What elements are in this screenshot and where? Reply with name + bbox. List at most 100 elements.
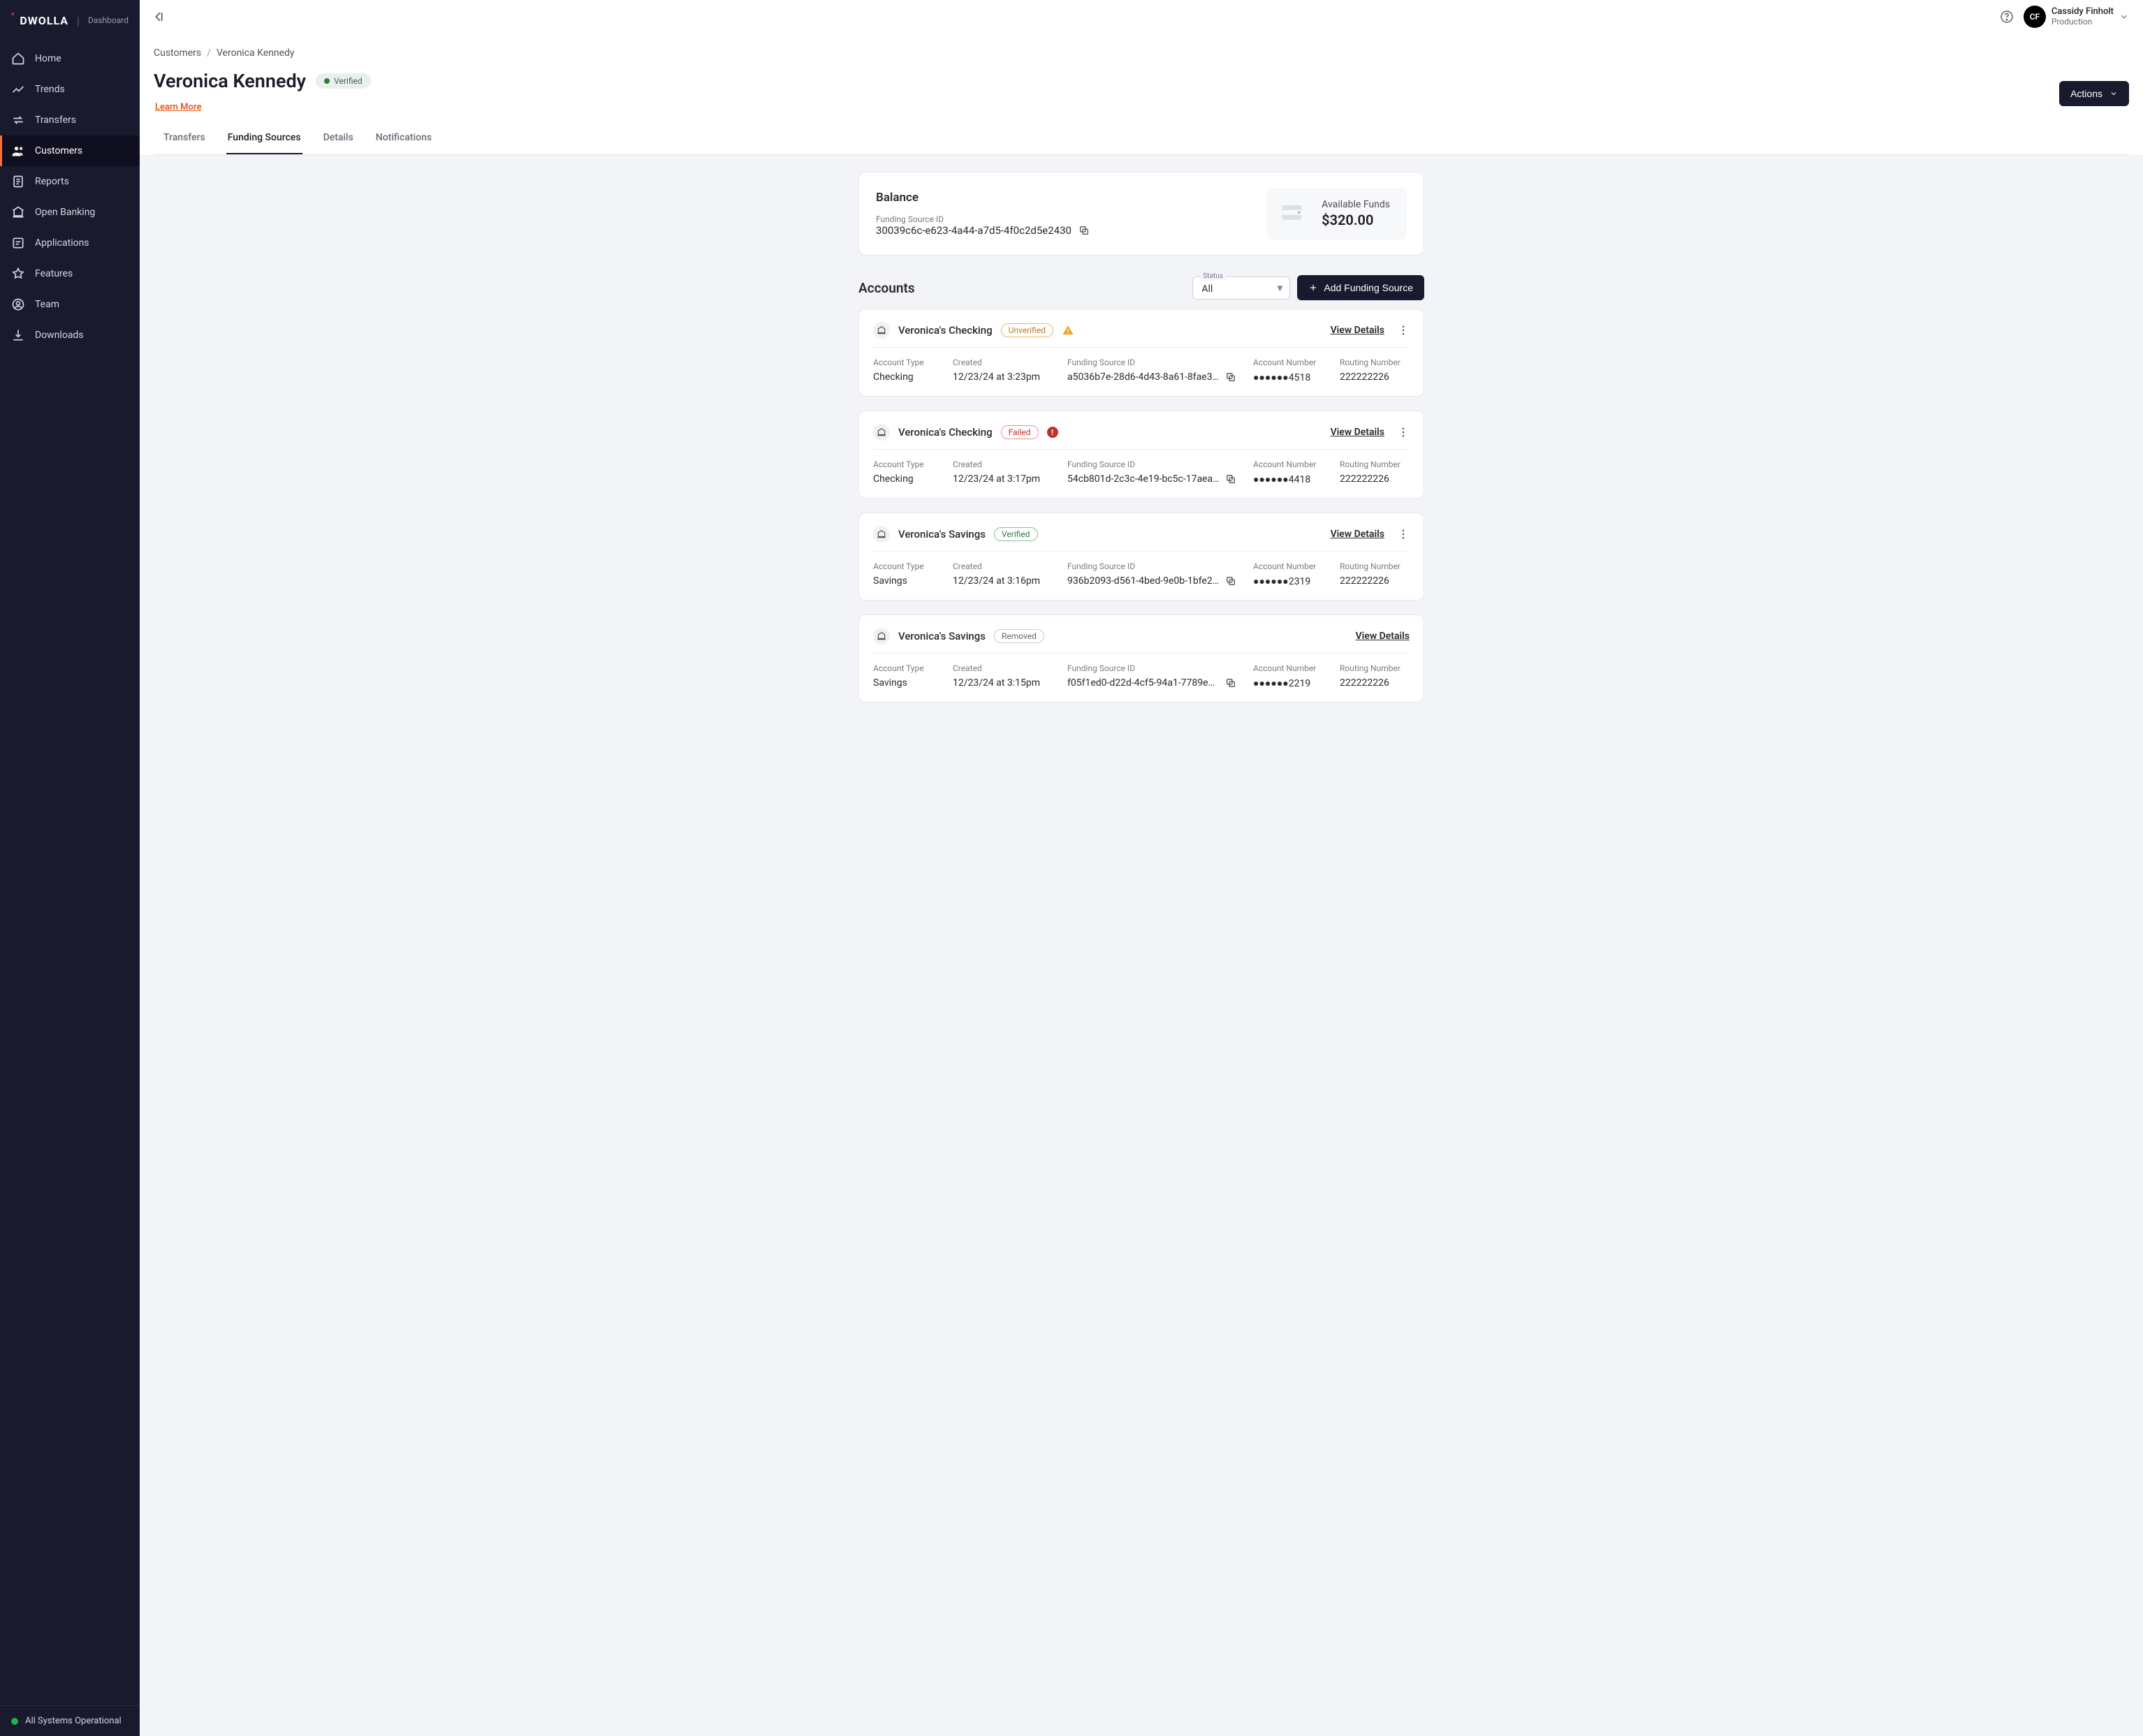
- add-funding-source-button[interactable]: Add Funding Source: [1297, 275, 1424, 300]
- account-fsid: f05f1ed0-d22d-4cf5-94a1-7789e013ca…: [1067, 677, 1220, 689]
- label-fsid: Funding Source ID: [1067, 663, 1236, 673]
- sidebar-item-team[interactable]: Team: [0, 289, 140, 320]
- chevron-down-icon: [2109, 89, 2118, 98]
- copy-icon[interactable]: [1078, 225, 1090, 236]
- bank-icon: [873, 322, 890, 339]
- view-details-link[interactable]: View Details: [1331, 325, 1384, 336]
- transfers-icon: [11, 113, 25, 127]
- label-routing-number: Routing Number: [1340, 459, 1410, 469]
- sidebar-item-transfers[interactable]: Transfers: [0, 105, 140, 135]
- account-name: Veronica's Savings: [898, 528, 986, 540]
- status-badge-text: Verified: [334, 76, 363, 86]
- routing-number: 222222226: [1340, 677, 1410, 689]
- funds-amount: $320.00: [1322, 212, 1390, 228]
- sidebar-item-label: Reports: [35, 176, 69, 187]
- account-card: Veronica's SavingsVerifiedView DetailsAc…: [858, 513, 1424, 601]
- routing-number: 222222226: [1340, 575, 1410, 587]
- openbanking-icon: [11, 205, 25, 219]
- avatar: CF: [2024, 6, 2046, 28]
- label-fsid: Funding Source ID: [1067, 561, 1236, 571]
- sidebar-item-home[interactable]: Home: [0, 43, 140, 74]
- brand-divider: |: [77, 14, 80, 27]
- label-created: Created: [953, 663, 1051, 673]
- view-details-link[interactable]: View Details: [1331, 529, 1384, 540]
- sidebar-item-label: Team: [35, 299, 59, 310]
- breadcrumb-current: Veronica Kennedy: [217, 47, 295, 59]
- tab-details[interactable]: Details: [322, 125, 355, 154]
- header-area: Customers / Veronica Kennedy Veronica Ke…: [140, 34, 2143, 155]
- label-fsid: Funding Source ID: [1067, 459, 1236, 469]
- view-details-link[interactable]: View Details: [1356, 631, 1410, 642]
- account-name: Veronica's Savings: [898, 630, 986, 642]
- label-created: Created: [953, 358, 1051, 367]
- sidebar-item-features[interactable]: Features: [0, 258, 140, 289]
- add-button-label: Add Funding Source: [1324, 282, 1413, 293]
- copy-icon[interactable]: [1225, 473, 1236, 485]
- sidebar-item-downloads[interactable]: Downloads: [0, 320, 140, 351]
- reports-icon: [11, 175, 25, 189]
- sidebar-item-customers[interactable]: Customers: [0, 135, 140, 166]
- main-panel: CF Cassidy Finholt Production Customers …: [140, 0, 2143, 1736]
- account-created: 12/23/24 at 3:15pm: [953, 677, 1051, 689]
- routing-number: 222222226: [1340, 372, 1410, 383]
- system-status[interactable]: All Systems Operational: [0, 1705, 140, 1736]
- copy-icon[interactable]: [1225, 575, 1236, 587]
- user-env: Production: [2051, 17, 2114, 27]
- sidebar-item-applications[interactable]: Applications: [0, 228, 140, 258]
- tab-funding-sources[interactable]: Funding Sources: [226, 125, 302, 154]
- actions-button[interactable]: Actions: [2059, 81, 2129, 106]
- user-menu[interactable]: CF Cassidy Finholt Production: [2024, 6, 2129, 28]
- more-menu-icon[interactable]: [1397, 324, 1410, 337]
- warning-icon: [1062, 324, 1074, 337]
- sidebar-collapse-button[interactable]: [154, 10, 168, 24]
- status-badge: Verified: [316, 73, 371, 89]
- help-icon[interactable]: [2000, 10, 2014, 24]
- trends-icon: [11, 82, 25, 96]
- label-account-number: Account Number: [1253, 663, 1323, 673]
- sidebar-item-label: Downloads: [35, 330, 84, 341]
- bank-icon: [873, 628, 890, 645]
- status-filter-value: All: [1201, 284, 1213, 295]
- copy-icon[interactable]: [1225, 677, 1236, 689]
- available-funds-box: Available Funds $320.00: [1267, 188, 1407, 240]
- status-dot-icon: [11, 1718, 18, 1725]
- account-name: Veronica's Checking: [898, 426, 993, 439]
- brand-block: DWOLLA | Dashboard: [0, 0, 140, 39]
- label-routing-number: Routing Number: [1340, 358, 1410, 367]
- breadcrumb-root[interactable]: Customers: [154, 47, 201, 59]
- routing-number: 222222226: [1340, 473, 1410, 485]
- account-number: ●●●●●●2319: [1253, 575, 1323, 587]
- accounts-header: Accounts Status All ▾ Add Funding Source: [858, 275, 1424, 300]
- balance-fsid-value: 30039c6c-e623-4a44-a7d5-4f0c2d5e2430: [876, 224, 1072, 237]
- content-body: Balance Funding Source ID 30039c6c-e623-…: [140, 155, 2143, 1736]
- account-card: Veronica's SavingsRemovedView DetailsAcc…: [858, 615, 1424, 703]
- copy-icon[interactable]: [1225, 372, 1236, 383]
- customers-icon: [11, 144, 25, 158]
- breadcrumb: Customers / Veronica Kennedy: [154, 39, 2129, 63]
- nav-list: HomeTrendsTransfers Customers Reports Open …: [0, 39, 140, 1705]
- more-menu-icon[interactable]: [1397, 426, 1410, 439]
- status-filter[interactable]: Status All ▾: [1192, 277, 1290, 300]
- tab-notifications[interactable]: Notifications: [374, 125, 433, 154]
- sidebar-item-label: Customers: [35, 145, 82, 156]
- label-created: Created: [953, 561, 1051, 571]
- view-details-link[interactable]: View Details: [1331, 427, 1384, 438]
- label-account-type: Account Type: [873, 663, 936, 673]
- account-type: Checking: [873, 473, 936, 485]
- bank-icon: [873, 526, 890, 543]
- account-number: ●●●●●●2219: [1253, 677, 1323, 689]
- sidebar-item-open-banking[interactable]: Open Banking: [0, 197, 140, 228]
- sidebar-item-trends[interactable]: Trends: [0, 74, 140, 105]
- tab-transfers[interactable]: Transfers: [162, 125, 207, 154]
- learn-more-link[interactable]: Learn More: [155, 102, 201, 112]
- sidebar-item-reports[interactable]: Reports: [0, 166, 140, 197]
- account-status-pill: Unverified: [1001, 323, 1053, 337]
- label-account-type: Account Type: [873, 459, 936, 469]
- account-fsid: 54cb801d-2c3c-4e19-bc5c-17aea67444…: [1067, 473, 1220, 485]
- more-menu-icon[interactable]: [1397, 528, 1410, 540]
- account-created: 12/23/24 at 3:16pm: [953, 575, 1051, 587]
- label-routing-number: Routing Number: [1340, 663, 1410, 673]
- bank-icon: [873, 424, 890, 441]
- plus-icon: [1308, 283, 1318, 293]
- balance-card: Balance Funding Source ID 30039c6c-e623-…: [858, 172, 1424, 256]
